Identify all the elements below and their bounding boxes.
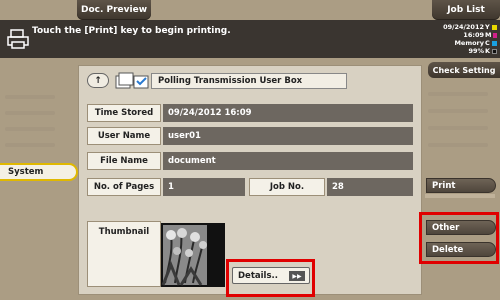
toner-letter: Y: [485, 23, 490, 31]
other-button[interactable]: Other: [426, 220, 496, 235]
time-stored-value: 09/24/2012 16:09: [163, 104, 413, 122]
tab-doc-preview[interactable]: Doc. Preview: [77, 0, 151, 20]
details-highlight: [226, 259, 315, 297]
up-arrow-icon: ↑: [94, 75, 102, 86]
user-name-label: User Name: [87, 127, 161, 145]
toner-magenta-icon: [493, 32, 497, 38]
toner-letter: K: [485, 47, 491, 55]
left-nav-placeholder: [5, 95, 55, 159]
toner-black-icon: [492, 48, 497, 54]
machine-status: 09/24/2012 16:09 Memory 99%: [443, 23, 484, 55]
memory-value: 99%: [468, 47, 484, 55]
toner-letter: M: [485, 31, 492, 39]
delete-label: Delete: [432, 244, 464, 255]
status-date: 09/24/2012: [443, 23, 484, 31]
toner-levels: Y M C K: [485, 23, 497, 55]
user-box-icon: [115, 72, 149, 89]
print-label: Print: [432, 180, 456, 191]
memory-label: Memory: [454, 39, 484, 47]
status-message: Touch the [Print] key to begin printing.: [32, 26, 231, 36]
user-name-value: user01: [163, 127, 413, 145]
file-name-label: File Name: [87, 152, 161, 170]
delete-button[interactable]: Delete: [426, 242, 496, 257]
job-no-value: 28: [327, 178, 413, 196]
other-label: Other: [432, 222, 460, 233]
box-title: Polling Transmission User Box: [151, 73, 347, 89]
job-no-label: Job No.: [249, 178, 325, 196]
nav-item-system[interactable]: System: [0, 163, 78, 181]
thumbnail-image: [161, 223, 225, 287]
printer-icon: [7, 29, 29, 49]
time-stored-label: Time Stored: [87, 104, 161, 122]
file-name-value: document: [163, 152, 413, 170]
toner-letter: C: [485, 39, 490, 47]
toner-cyan-icon: [491, 40, 497, 46]
pages-value: 1: [163, 178, 245, 196]
print-button[interactable]: Print: [425, 178, 496, 198]
thumbnail-label: Thumbnail: [87, 221, 161, 287]
message-bar: Touch the [Print] key to begin printing.…: [0, 20, 500, 58]
pages-label: No. of Pages: [87, 178, 161, 196]
button-shadow-bar: [425, 194, 495, 198]
right-nav-placeholder: [428, 92, 488, 160]
up-arrow-button[interactable]: ↑: [87, 73, 109, 88]
status-time: 16:09: [463, 31, 484, 39]
toner-yellow-icon: [491, 24, 497, 30]
check-setting-button[interactable]: Check Setting: [428, 62, 500, 78]
tab-job-list[interactable]: Job List: [432, 0, 500, 20]
